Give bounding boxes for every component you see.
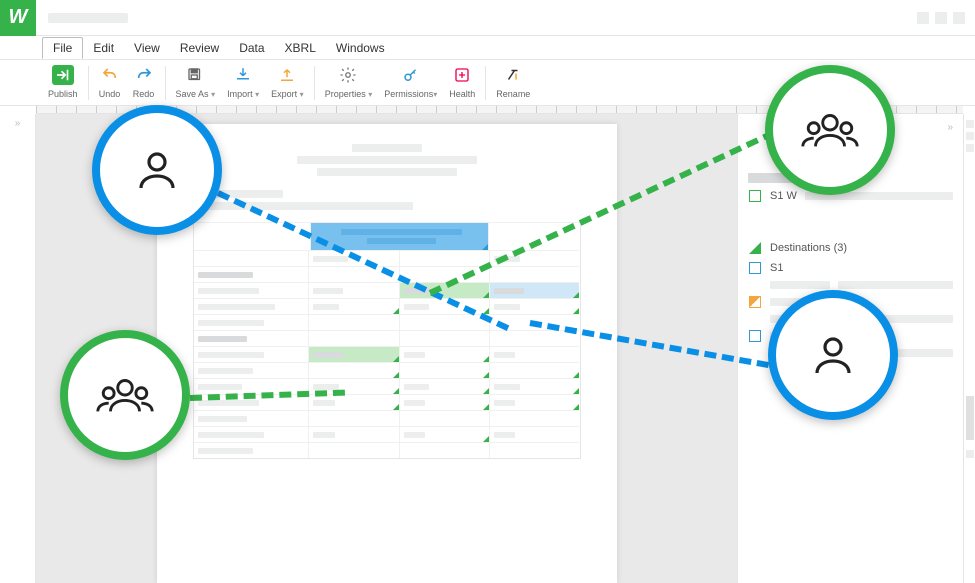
green-square-icon xyxy=(748,189,762,203)
permissions-button[interactable]: Permissions▾ xyxy=(378,64,443,99)
menu-file[interactable]: File xyxy=(42,37,83,59)
menubar: File Edit View Review Data XBRL Windows xyxy=(0,36,975,60)
chevron-down-icon: ▾ xyxy=(300,90,304,99)
panel-heading-placeholder xyxy=(748,173,953,183)
toolbar-separator xyxy=(485,66,486,100)
scrollbar-btn[interactable] xyxy=(966,450,974,458)
scrollbar-thumb[interactable] xyxy=(966,396,974,440)
save-as-icon xyxy=(184,64,206,86)
text-line xyxy=(193,202,413,210)
scrollbar-btn[interactable] xyxy=(966,120,974,128)
properties-button[interactable]: Properties ▾ xyxy=(319,64,379,99)
link-triangle-icon xyxy=(748,241,762,255)
toolbar-separator xyxy=(88,66,89,100)
publish-icon xyxy=(52,65,74,85)
redo-button[interactable]: Redo xyxy=(127,64,161,99)
publish-button[interactable]: Publish xyxy=(42,64,84,99)
import-icon xyxy=(232,64,254,86)
panel-subitem xyxy=(770,281,953,289)
panel-item-blue2[interactable] xyxy=(748,329,953,343)
health-icon xyxy=(451,64,473,86)
horizontal-ruler xyxy=(36,106,963,114)
document-page xyxy=(157,124,617,583)
menu-xbrl[interactable]: XBRL xyxy=(275,38,326,58)
titlebar-right-actions xyxy=(917,12,975,24)
undo-icon xyxy=(99,64,121,86)
toolbar-separator xyxy=(165,66,166,100)
scrollbar-btn[interactable] xyxy=(966,132,974,140)
app-logo: W xyxy=(0,0,36,36)
chevron-down-icon: ▾ xyxy=(255,90,259,99)
panel-item-s1[interactable]: S1 xyxy=(748,261,953,275)
left-gutter: » xyxy=(0,114,36,583)
panel-item-orange[interactable] xyxy=(748,295,953,309)
menu-view[interactable]: View xyxy=(124,38,170,58)
panel-item-s1w[interactable]: S1 W xyxy=(748,189,953,203)
orange-square-icon xyxy=(748,295,762,309)
text-line xyxy=(193,190,283,198)
titlebar-action-3[interactable] xyxy=(953,12,965,24)
menu-data[interactable]: Data xyxy=(229,38,274,58)
doc-title-placeholder xyxy=(48,13,128,23)
panel-item-destinations[interactable]: Destinations (3) xyxy=(748,241,953,255)
save-as-button[interactable]: Save As ▾ xyxy=(170,64,222,99)
collapse-panel-chevron-icon[interactable]: » xyxy=(748,122,953,133)
menu-edit[interactable]: Edit xyxy=(83,38,124,58)
undo-button[interactable]: Undo xyxy=(93,64,127,99)
page-title-placeholder xyxy=(297,156,477,164)
chevron-down-icon: ▾ xyxy=(368,90,372,99)
panel-subitem xyxy=(770,349,953,357)
right-panel: » S1 W Destinations (3) S1 xyxy=(737,114,963,583)
page-header-placeholder xyxy=(352,144,422,152)
right-scrollbar[interactable] xyxy=(963,114,975,583)
rename-button[interactable]: Rename xyxy=(490,64,536,99)
rename-icon xyxy=(502,64,524,86)
page-subtitle-placeholder xyxy=(317,168,457,176)
redo-icon xyxy=(133,64,155,86)
titlebar: W xyxy=(0,0,975,36)
menu-review[interactable]: Review xyxy=(170,38,229,58)
scrollbar-btn[interactable] xyxy=(966,144,974,152)
file-toolbar: Publish Undo Redo Save As ▾ Import ▾ Exp… xyxy=(0,60,975,106)
export-button[interactable]: Export ▾ xyxy=(265,64,310,99)
panel-subitem xyxy=(770,315,953,323)
gear-icon xyxy=(337,64,359,86)
toolbar-separator xyxy=(314,66,315,100)
import-button[interactable]: Import ▾ xyxy=(221,64,265,99)
chevron-down-icon: ▾ xyxy=(433,90,437,99)
titlebar-action-1[interactable] xyxy=(917,12,929,24)
chevron-down-icon: ▾ xyxy=(211,90,215,99)
blue-square-icon xyxy=(748,261,762,275)
document-canvas[interactable] xyxy=(36,114,737,583)
main-area: » xyxy=(0,114,975,583)
blue-square-icon xyxy=(748,329,762,343)
expand-outline-chevron-icon[interactable]: » xyxy=(15,118,21,129)
data-table xyxy=(193,222,581,459)
export-icon xyxy=(276,64,298,86)
health-button[interactable]: Health xyxy=(443,64,481,99)
key-icon xyxy=(400,64,422,86)
titlebar-action-2[interactable] xyxy=(935,12,947,24)
menu-windows[interactable]: Windows xyxy=(326,38,395,58)
